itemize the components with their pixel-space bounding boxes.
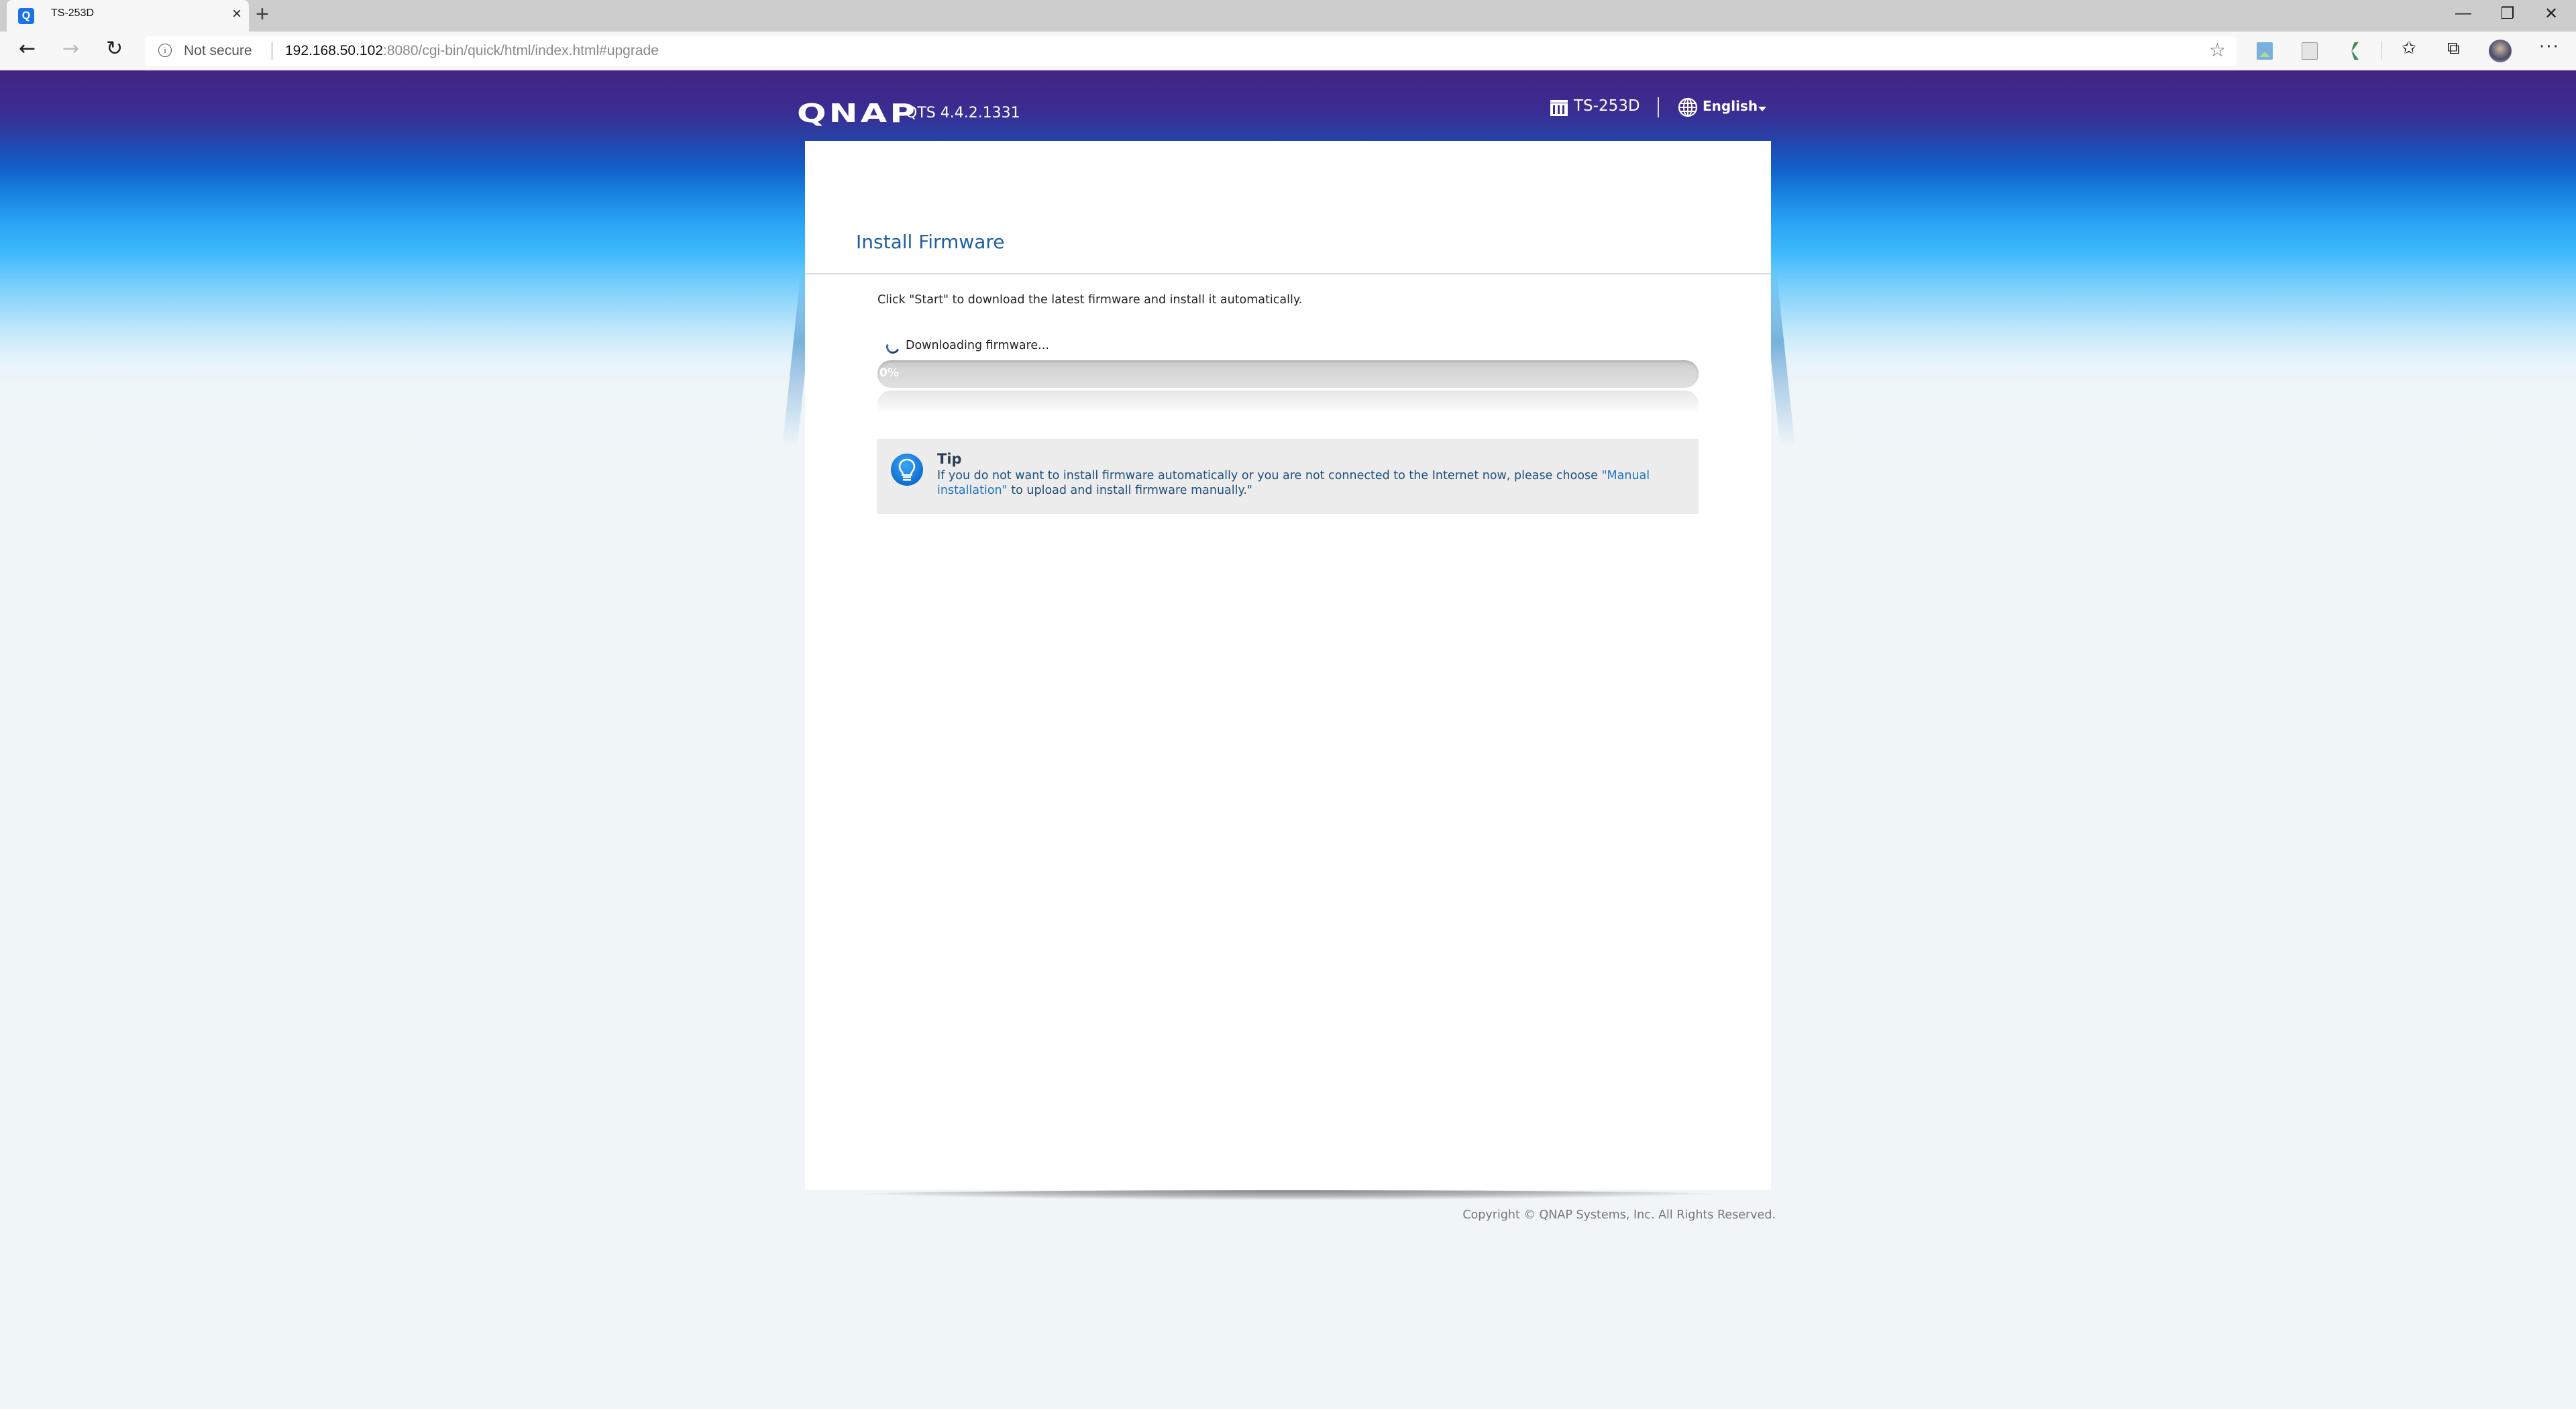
k-extension-icon[interactable] bbox=[2348, 42, 2359, 60]
nas-device-icon bbox=[1550, 100, 1568, 116]
image-extension-icon[interactable] bbox=[2257, 42, 2273, 60]
panel-shadow bbox=[844, 1190, 1733, 1200]
url-path: :8080/cgi-bin/quick/html/index.html#upgr… bbox=[382, 43, 659, 58]
window-close-icon[interactable]: ✕ bbox=[2544, 4, 2558, 23]
globe-icon[interactable] bbox=[1678, 97, 1698, 117]
toolbar-separator bbox=[2381, 41, 2382, 60]
qnap-logo: QNAP bbox=[797, 99, 918, 128]
more-options-icon[interactable]: ··· bbox=[2539, 37, 2560, 57]
url-text[interactable]: 192.168.50.102:8080/cgi-bin/quick/html/i… bbox=[285, 43, 659, 59]
new-tab-button[interactable]: + bbox=[256, 1, 269, 28]
progress-label: 0% bbox=[879, 366, 899, 380]
url-host: 192.168.50.102 bbox=[285, 43, 383, 58]
page-title: Install Firmware bbox=[856, 231, 1005, 253]
add-favorite-icon[interactable]: ☆ bbox=[2209, 39, 2226, 61]
tip-box: Tip If you do not want to install firmwa… bbox=[877, 439, 1699, 514]
profile-avatar[interactable] bbox=[2489, 40, 2512, 62]
favorites-icon[interactable]: ✩ bbox=[2402, 38, 2416, 58]
qnap-favicon-icon: Q bbox=[18, 8, 34, 24]
instruction-text: Click "Start" to download the latest fir… bbox=[877, 293, 1303, 307]
lightbulb-icon bbox=[891, 454, 923, 486]
tip-text-after: to upload and install firmware manually.… bbox=[1007, 484, 1252, 497]
header-separator bbox=[1658, 97, 1659, 117]
title-divider bbox=[805, 273, 1771, 274]
browser-tab-bar: Q TS-253D × + — ❐ ✕ bbox=[0, 0, 2576, 32]
tip-text-before: If you do not want to install firmware a… bbox=[937, 469, 1602, 482]
device-name: TS-253D bbox=[1574, 97, 1640, 115]
page-background: QNAP QTS 4.4.2.1331 TS-253D English Inst… bbox=[0, 70, 2576, 1409]
back-icon[interactable]: ← bbox=[19, 37, 36, 60]
tip-text: If you do not want to install firmware a… bbox=[937, 468, 1688, 498]
tip-title: Tip bbox=[937, 451, 962, 467]
address-bar[interactable]: i Not secure 192.168.50.102:8080/cgi-bin… bbox=[145, 36, 2237, 66]
progress-reflection bbox=[877, 390, 1699, 411]
loading-spinner-icon bbox=[884, 338, 902, 356]
install-firmware-panel: Install Firmware Click "Start" to downlo… bbox=[805, 141, 1771, 1190]
tab-title: TS-253D bbox=[51, 7, 95, 19]
document-extension-icon[interactable] bbox=[2302, 42, 2318, 60]
info-icon[interactable]: i bbox=[158, 44, 172, 57]
chevron-down-icon[interactable] bbox=[1758, 107, 1766, 111]
reload-icon[interactable]: ↻ bbox=[106, 37, 123, 60]
security-indicator[interactable]: Not secure bbox=[184, 43, 252, 59]
download-progress-bar: 0% bbox=[877, 360, 1699, 388]
language-selector[interactable]: English bbox=[1703, 98, 1758, 114]
forward-icon[interactable]: → bbox=[62, 37, 79, 60]
minimize-icon[interactable]: — bbox=[2455, 4, 2471, 23]
tab-close-icon[interactable]: × bbox=[232, 5, 241, 23]
download-status: Downloading firmware... bbox=[906, 339, 1049, 352]
collections-icon[interactable]: ⧉ bbox=[2447, 38, 2460, 59]
browser-tab[interactable]: Q TS-253D × bbox=[7, 0, 249, 32]
browser-toolbar: ← → ↻ i Not secure 192.168.50.102:8080/c… bbox=[0, 32, 2576, 70]
copyright-text: Copyright © QNAP Systems, Inc. All Right… bbox=[1462, 1208, 1776, 1222]
restore-icon[interactable]: ❐ bbox=[2500, 4, 2515, 23]
qts-version: QTS 4.4.2.1331 bbox=[906, 105, 1020, 121]
